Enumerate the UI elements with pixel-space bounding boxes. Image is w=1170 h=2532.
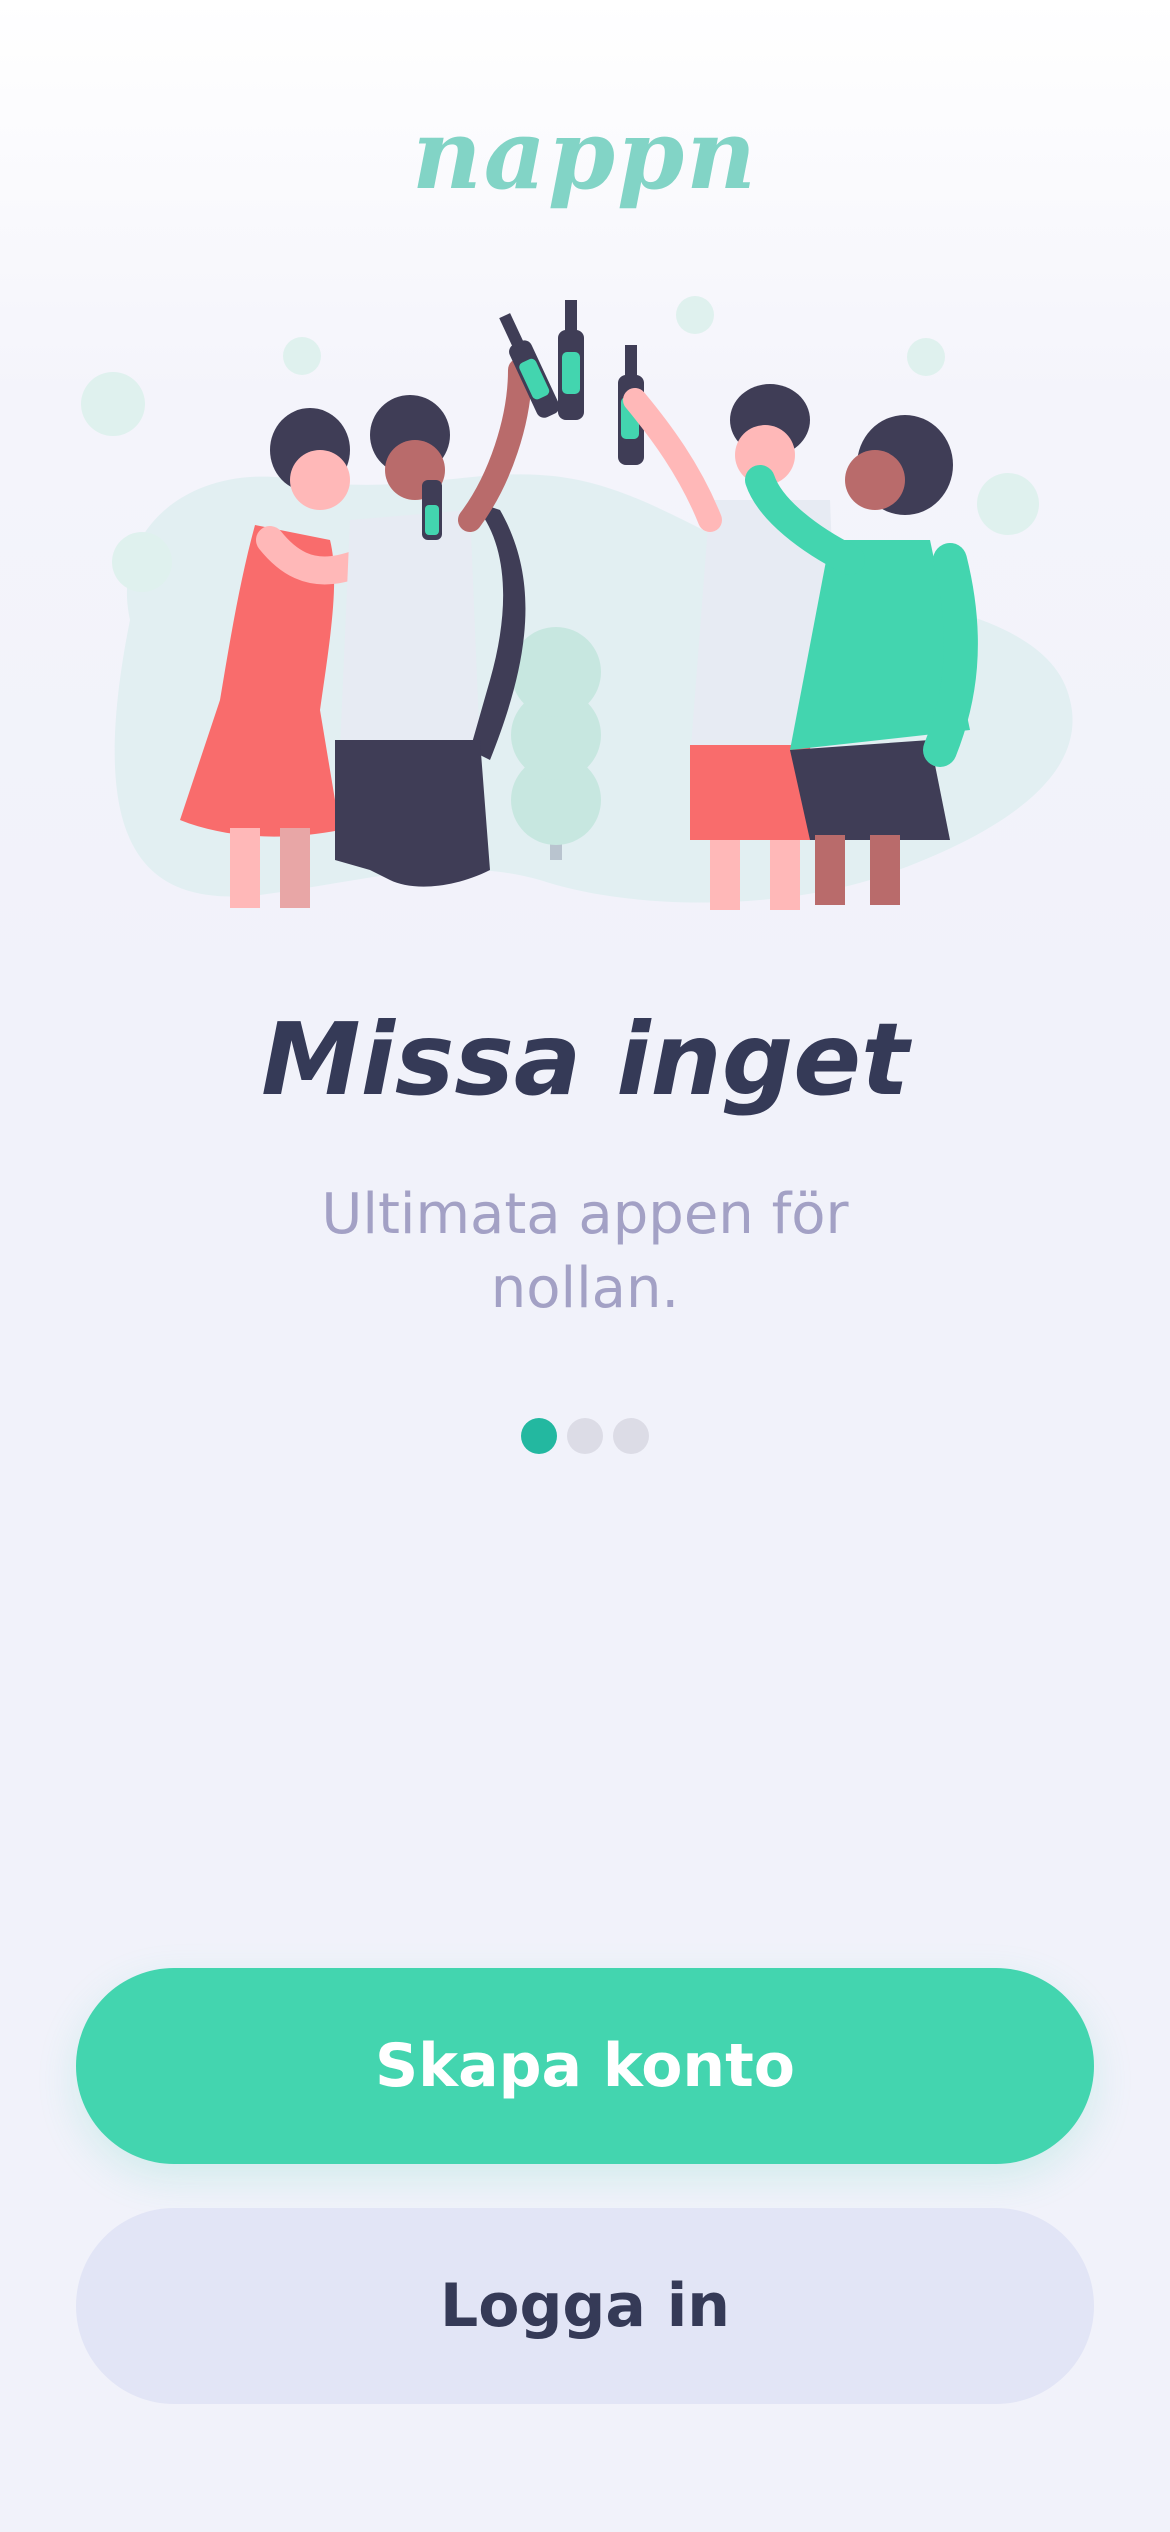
onboarding-illustration <box>70 280 1100 940</box>
logo-wordmark: nappn <box>411 98 759 211</box>
login-button[interactable]: Logga in <box>76 2208 1094 2404</box>
page-dot-1-active[interactable] <box>521 1418 557 1454</box>
onboarding-subtitle: Ultimata appen för nollan. <box>321 1182 849 1321</box>
onboarding-title: Missa inget <box>261 1001 909 1118</box>
page-indicator <box>0 1418 1170 1458</box>
page-dot-3[interactable] <box>613 1418 649 1454</box>
page-dot-2[interactable] <box>567 1418 603 1454</box>
create-account-button[interactable]: Skapa konto <box>76 1968 1094 2164</box>
app-logo: nappn <box>0 90 1170 220</box>
friends-toasting-illustration <box>81 296 1073 910</box>
